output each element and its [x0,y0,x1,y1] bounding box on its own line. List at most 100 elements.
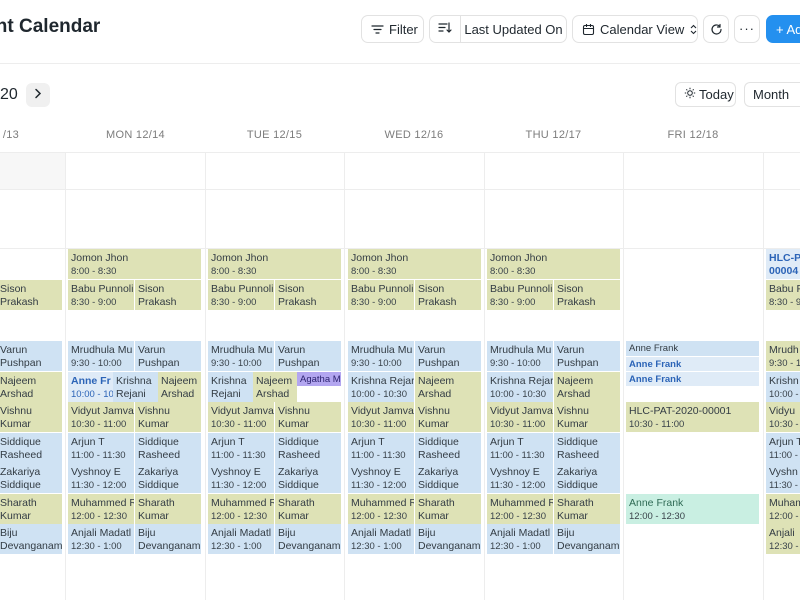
event-card[interactable]: Vyshnoy E 11:30 - 12:00 [68,463,134,493]
event-card[interactable]: Sharath Kumar [135,494,201,524]
event-card[interactable]: Krishna Rejani [113,372,158,402]
event-card[interactable]: Najeem Arshad [158,372,201,402]
event-card[interactable]: Sison Prakash [0,280,62,310]
event-card[interactable]: Mrudh 9:30 - 1 [766,341,800,371]
event-card[interactable]: Siddique Rasheed [135,433,201,463]
event-card[interactable]: Siddique Rasheed [554,433,620,463]
event-card[interactable]: Vishnu Kumar [415,402,481,432]
event-card[interactable]: Varun Pushpan [135,341,201,371]
event-card[interactable]: Jomon Jhon 8:00 - 8:30 [208,249,341,279]
event-card[interactable]: Babu Punnoli 8:30 - 9:00 [208,280,274,310]
event-card[interactable]: Zakariya Siddique [554,463,620,493]
event-card[interactable]: Anjali Madatl 12:30 - 1:00 [68,524,134,554]
event-card[interactable]: Sison Prakash [275,280,341,310]
event-card[interactable]: Biju Devanganam [275,524,341,554]
event-card[interactable]: Sison Prakash [415,280,481,310]
event-card[interactable]: Vidyut Jamva 10:30 - 11:00 [487,402,553,432]
event-card[interactable]: Zakariya Siddique [0,463,62,493]
event-card[interactable]: Anne Frank [626,357,759,371]
event-card[interactable]: Biju Devanganam [135,524,201,554]
event-card[interactable]: Sharath Kumar [554,494,620,524]
event-card[interactable]: Najeem Arshad [415,372,481,402]
event-card[interactable]: Agatha Ma [297,372,341,386]
event-card[interactable]: Babu Punnoli 8:30 - 9:00 [348,280,414,310]
event-card[interactable]: Muhammed R 12:00 - 12:30 [208,494,274,524]
event-card[interactable]: Muhammed R 12:00 - 12:30 [68,494,134,524]
event-card[interactable]: Babu P 8:30 - 9 [766,280,800,310]
event-card[interactable]: HLC-PAT-2020-00001 10:30 - 11:00 [626,402,759,432]
event-card[interactable]: Arjun T 11:00 - 11:30 [348,433,414,463]
event-card[interactable]: Arjun T 11:00 - 11:30 [208,433,274,463]
refresh-button[interactable] [703,15,729,43]
event-card[interactable]: Vyshnoy E 11:30 - 12:00 [348,463,414,493]
event-card[interactable]: Vishnu Kumar [275,402,341,432]
event-card[interactable]: Vishnu Kumar [0,402,62,432]
event-card[interactable]: Anne Fr 10:00 - 10 [68,372,113,402]
event-card[interactable]: Anjali Madatl 12:30 - 1:00 [348,524,414,554]
event-card[interactable]: Varun Pushpan [275,341,341,371]
event-card[interactable]: Najeem Arshad [253,372,297,402]
event-card[interactable]: Biju Devanganam [554,524,620,554]
event-card[interactable]: Arjun T11:00 - 1 [766,433,800,463]
sort-field-button[interactable]: Last Updated On [461,16,566,42]
event-card[interactable]: Muhammed R 12:00 - 12:30 [348,494,414,524]
event-card[interactable]: Biju Devanganam [0,524,62,554]
event-card[interactable]: Sison Prakash [554,280,620,310]
event-card[interactable]: Sharath Kumar [415,494,481,524]
month-view-button[interactable]: Month [744,82,800,107]
sort-direction-button[interactable] [430,16,460,42]
event-card[interactable]: Mrudhula Mu 9:30 - 10:00 [348,341,414,371]
event-card[interactable]: Varun Pushpan [554,341,620,371]
event-card[interactable]: Anjali12:30 - 1 [766,524,800,554]
event-card[interactable]: Vidyut Jamva 10:30 - 11:00 [68,402,134,432]
event-card[interactable]: Zakariya Siddique [415,463,481,493]
event-card[interactable]: Krishna Rejani [208,372,253,402]
next-month-button[interactable] [26,83,50,107]
event-card[interactable]: Vishnu Kumar [135,402,201,432]
event-card[interactable]: Mrudhula Mu 9:30 - 10:00 [208,341,274,371]
event-card[interactable]: Vishnu Kumar [554,402,620,432]
event-card[interactable]: Anjali Madatl 12:30 - 1:00 [487,524,553,554]
event-card[interactable]: Zakariya Siddique [275,463,341,493]
event-card[interactable]: Vyshn11:30 - 1 [766,463,800,493]
event-card[interactable]: Anne Frank 12:00 - 12:30 [626,494,759,524]
filter-button[interactable]: Filter [361,15,424,43]
event-card[interactable]: Najeem Arshad [554,372,620,402]
event-card[interactable]: Muham12:00 - 1 [766,494,800,524]
event-card[interactable]: Varun Pushpan [415,341,481,371]
event-card[interactable]: Vyshnoy E 11:30 - 12:00 [208,463,274,493]
event-card[interactable]: Vidyut Jamva 10:30 - 11:00 [208,402,274,432]
event-card[interactable]: Arjun T 11:00 - 11:30 [487,433,553,463]
event-card[interactable]: Zakariya Siddique [135,463,201,493]
event-card[interactable]: Vidyut Jamva 10:30 - 11:00 [348,402,414,432]
event-card[interactable]: Vyshnoy E 11:30 - 12:00 [487,463,553,493]
event-card[interactable]: Babu Punnoli 8:30 - 9:00 [68,280,134,310]
event-card[interactable]: Biju Devanganam [415,524,481,554]
today-button[interactable]: Today [675,82,736,107]
event-card[interactable]: Anjali Madatl 12:30 - 1:00 [208,524,274,554]
event-card[interactable]: Anne Frank [626,372,759,386]
event-card[interactable]: Sison Prakash [135,280,201,310]
event-card[interactable]: Babu Punnoli 8:30 - 9:00 [487,280,553,310]
event-card[interactable]: Vidyu10:30 - 1 [766,402,800,432]
event-card[interactable]: Krishna Rejar 10:00 - 10:30 [487,372,553,402]
event-card[interactable]: Muhammed R 12:00 - 12:30 [487,494,553,524]
more-options-button[interactable]: ··· [734,15,760,43]
event-card[interactable]: Siddique Rasheed [275,433,341,463]
event-card[interactable]: Jomon Jhon 8:00 - 8:30 [348,249,481,279]
add-button[interactable]: + Ad [766,15,800,43]
event-card[interactable]: Jomon Jhon 8:00 - 8:30 [487,249,620,279]
event-card[interactable]: Arjun T 11:00 - 11:30 [68,433,134,463]
event-card[interactable]: Mrudhula Mu 9:30 - 10:00 [487,341,553,371]
event-card[interactable]: Siddique Rasheed [415,433,481,463]
event-card[interactable]: Sharath Kumar [275,494,341,524]
event-card[interactable]: Krishn10:00 - 1 [766,372,800,402]
event-card[interactable]: Najeem Arshad [0,372,62,402]
event-card[interactable]: Mrudhula Mu 9:30 - 10:00 [68,341,134,371]
event-card[interactable]: Sharath Kumar [0,494,62,524]
event-card[interactable]: HLC-P 00004 [766,249,800,279]
event-card[interactable]: Varun Pushpan [0,341,62,371]
event-card[interactable]: Siddique Rasheed [0,433,62,463]
view-selector[interactable]: Calendar View [572,15,698,43]
event-card[interactable]: Krishna Rejar 10:00 - 10:30 [348,372,414,402]
